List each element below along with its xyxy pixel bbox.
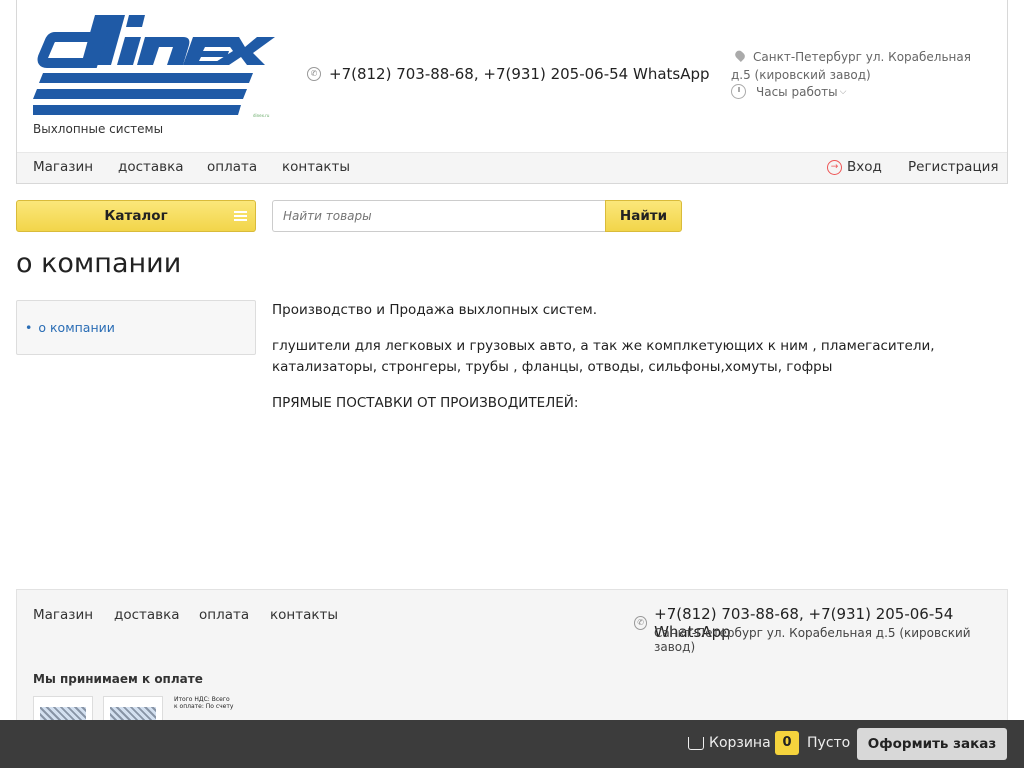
footer-nav-shop[interactable]: Магазин xyxy=(33,607,93,623)
logo-subtitle: Выхлопные системы xyxy=(33,122,164,136)
work-hours-toggle[interactable]: Часы работы ⌵ xyxy=(731,84,846,99)
header-phone-number[interactable]: +7(812) 703-88-68, +7(931) 205-06-54 Wha… xyxy=(329,65,710,83)
work-hours-label[interactable]: Часы работы xyxy=(756,85,838,99)
header-phone[interactable]: ✆ +7(812) 703-88-68, +7(931) 205-06-54 W… xyxy=(307,65,710,83)
chevron-down-icon: ⌵ xyxy=(839,86,847,97)
page: dinex.ru Выхлопные системы ✆ +7(812) 703… xyxy=(0,0,1024,768)
register-link[interactable]: Регистрация xyxy=(908,159,999,175)
login-link[interactable]: → Вход xyxy=(827,159,882,175)
clock-icon xyxy=(731,84,746,99)
header-address-text: Санкт-Петербург ул. Корабельная д.5 (кир… xyxy=(731,50,971,82)
location-pin-icon xyxy=(733,48,747,63)
cart-count-badge: 0 xyxy=(775,731,799,755)
nav-item-payment[interactable]: оплата xyxy=(207,159,257,175)
site-header: dinex.ru Выхлопные системы ✆ +7(812) 703… xyxy=(16,0,1008,184)
phone-icon: ✆ xyxy=(634,616,648,630)
search-button[interactable]: Найти xyxy=(605,200,682,232)
footer-address: Санкт-Петербург ул. Корабельная д.5 (кир… xyxy=(654,626,971,654)
nav-item-contacts[interactable]: контакты xyxy=(282,159,350,175)
invoice-text: Итого НДС: Всего к оплате: По счету xyxy=(174,696,234,710)
catalog-label[interactable]: Каталог xyxy=(104,208,167,224)
sidebar-item-about[interactable]: о компании xyxy=(25,320,115,335)
cart-link[interactable]: Корзина xyxy=(688,735,771,751)
content-paragraph: Производство и Продажа выхлопных систем. xyxy=(272,302,598,318)
menu-icon xyxy=(234,211,247,221)
footer-nav-delivery[interactable]: доставка xyxy=(114,607,180,623)
login-icon: → xyxy=(827,159,842,175)
svg-text:dinex.ru: dinex.ru xyxy=(253,113,270,118)
nav-item-delivery[interactable]: доставка xyxy=(118,159,184,175)
payment-methods-title: Мы принимаем к оплате xyxy=(33,672,203,686)
phone-icon: ✆ xyxy=(307,67,321,81)
login-label[interactable]: Вход xyxy=(847,159,882,175)
top-nav: Магазин доставка оплата контакты → Вход … xyxy=(17,152,1007,183)
cart-icon xyxy=(688,736,704,750)
cart-status: Пусто xyxy=(807,735,851,751)
sidebar: о компании xyxy=(16,300,256,355)
checkout-button[interactable]: Оформить заказ xyxy=(857,728,1007,760)
cart-label[interactable]: Корзина xyxy=(709,735,771,751)
dinex-logo[interactable]: dinex.ru xyxy=(33,15,275,120)
content-paragraph: ПРЯМЫЕ ПОСТАВКИ ОТ ПРОИЗВОДИТЕЛЕЙ: xyxy=(272,395,579,411)
content-paragraph: глушители для легковых и грузовых авто, … xyxy=(272,338,935,375)
header-address: Санкт-Петербург ул. Корабельная д.5 (кир… xyxy=(731,48,991,84)
search-input[interactable] xyxy=(272,200,606,232)
footer-nav-payment[interactable]: оплата xyxy=(199,607,249,623)
footer-nav-contacts[interactable]: контакты xyxy=(270,607,338,623)
catalog-button[interactable]: Каталог xyxy=(16,200,256,232)
nav-item-shop[interactable]: Магазин xyxy=(33,159,93,175)
page-content: Производство и Продажа выхлопных систем.… xyxy=(272,300,952,429)
page-title: о компании xyxy=(16,248,182,279)
